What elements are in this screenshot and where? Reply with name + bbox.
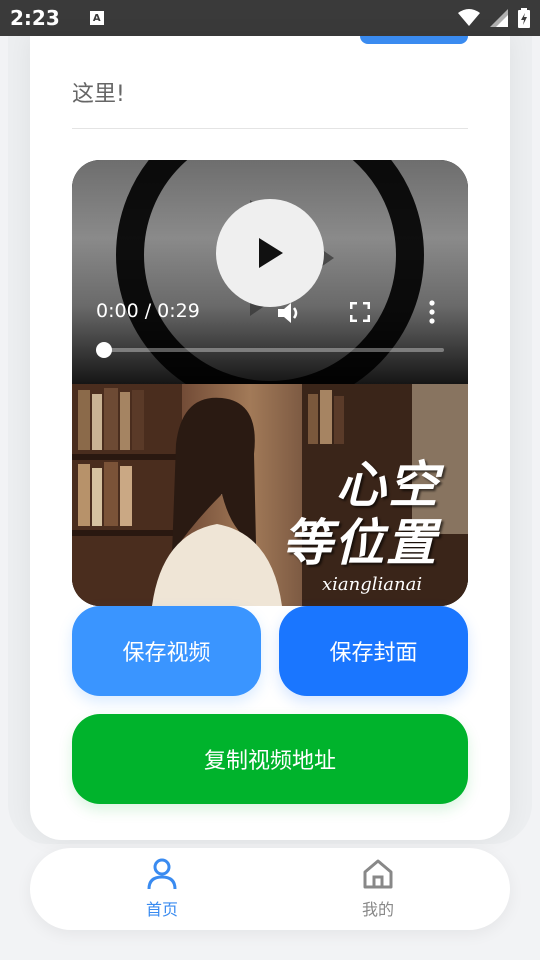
cover-title: 心空 等位置 [282, 456, 440, 572]
home-icon [363, 859, 393, 889]
user-icon [147, 858, 177, 890]
play-button[interactable] [216, 199, 324, 307]
video-player[interactable]: 0:00 / 0:29 心空 等位置 xianglianai [72, 160, 468, 606]
wifi-icon [458, 9, 480, 26]
save-cover-button[interactable]: 保存封面 [279, 606, 468, 696]
video-preview: 0:00 / 0:29 [72, 160, 468, 384]
intro-text: 这里! [72, 82, 125, 107]
more-options-icon[interactable] [428, 300, 436, 324]
tab-mine[interactable]: 我的 [338, 858, 418, 922]
tab-home[interactable]: 首页 [122, 858, 202, 922]
cover-title-line1: 心空 [336, 456, 440, 514]
tab-home-label: 首页 [145, 900, 178, 919]
cover-title-line2: 等位置 [282, 514, 438, 572]
status-time: 2:23 [10, 6, 60, 30]
video-time: 0:00 / 0:29 [96, 300, 200, 322]
video-cover-image: 心空 等位置 xianglianai [72, 384, 468, 606]
volume-icon[interactable] [276, 302, 302, 324]
top-action-button[interactable] [360, 36, 468, 44]
bottom-tab-bar: 首页 我的 [30, 848, 510, 930]
progress-track[interactable] [104, 348, 444, 352]
battery-icon [518, 8, 530, 28]
notification-icon: A [89, 11, 104, 25]
status-bar: 2:23 A [0, 0, 540, 36]
status-icons [458, 8, 530, 28]
progress-knob[interactable] [96, 342, 112, 358]
cover-subtitle: xianglianai [322, 574, 423, 595]
signal-icon [490, 9, 508, 27]
tab-mine-label: 我的 [361, 900, 394, 919]
main-card: 这里! 0:00 / 0:29 心空 等位置 xianglianai 保存视频 … [30, 36, 510, 840]
fullscreen-icon[interactable] [350, 302, 370, 322]
save-video-button[interactable]: 保存视频 [72, 606, 261, 696]
divider [72, 128, 468, 129]
copy-video-url-button[interactable]: 复制视频地址 [72, 714, 468, 804]
play-icon [259, 238, 283, 268]
